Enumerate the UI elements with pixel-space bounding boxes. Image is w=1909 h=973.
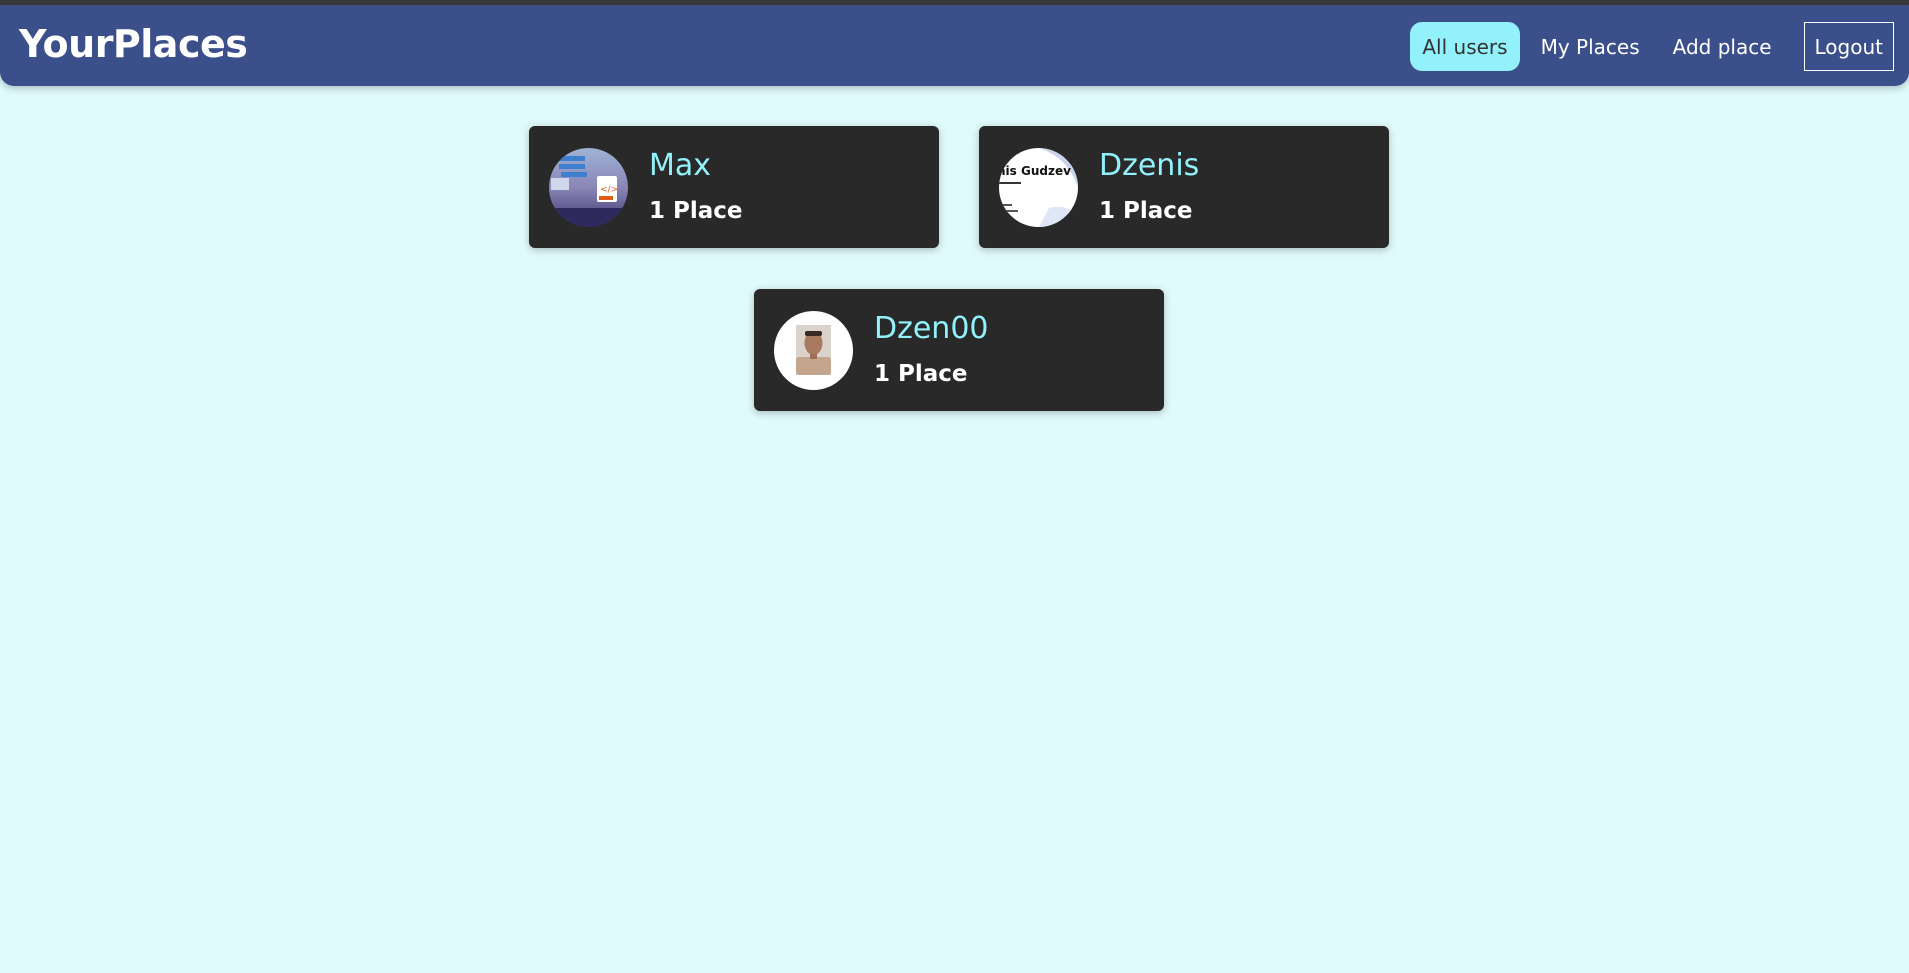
user-avatar-image: nis Gudzev bbox=[999, 148, 1078, 227]
user-avatar-image bbox=[774, 311, 853, 390]
user-name: Max bbox=[649, 148, 712, 183]
user-card-dzenis[interactable]: nis Gudzev Dzenis 1 Place bbox=[979, 126, 1389, 248]
user-avatar-image: </> bbox=[549, 148, 628, 227]
nav-all-users-link[interactable]: All users bbox=[1410, 22, 1520, 71]
user-place-count: 1 Place bbox=[874, 361, 968, 387]
main-header: YourPlaces All users My Places Add place… bbox=[0, 5, 1909, 86]
svg-text:</>: </> bbox=[600, 185, 618, 195]
nav-my-places-link[interactable]: My Places bbox=[1529, 22, 1652, 71]
user-card-dzen00[interactable]: Dzen00 1 Place bbox=[754, 289, 1164, 411]
brand-title[interactable]: YourPlaces bbox=[19, 22, 248, 66]
user-avatar-image-svg bbox=[774, 311, 853, 390]
main-nav: All users My Places Add place Logout bbox=[1401, 22, 1894, 71]
nav-add-place-link[interactable]: Add place bbox=[1661, 22, 1784, 71]
user-avatar-image-svg: nis Gudzev bbox=[999, 148, 1078, 227]
avatar-card-text: nis Gudzev bbox=[999, 164, 1071, 178]
logout-button[interactable]: Logout bbox=[1803, 22, 1894, 71]
user-place-count: 1 Place bbox=[1099, 198, 1193, 224]
user-avatar-image-svg: </> bbox=[549, 148, 628, 227]
user-name: Dzenis bbox=[1099, 148, 1200, 183]
user-place-count: 1 Place bbox=[649, 198, 743, 224]
user-name: Dzen00 bbox=[874, 311, 989, 346]
user-card-max[interactable]: </> Max 1 Place bbox=[529, 126, 939, 248]
